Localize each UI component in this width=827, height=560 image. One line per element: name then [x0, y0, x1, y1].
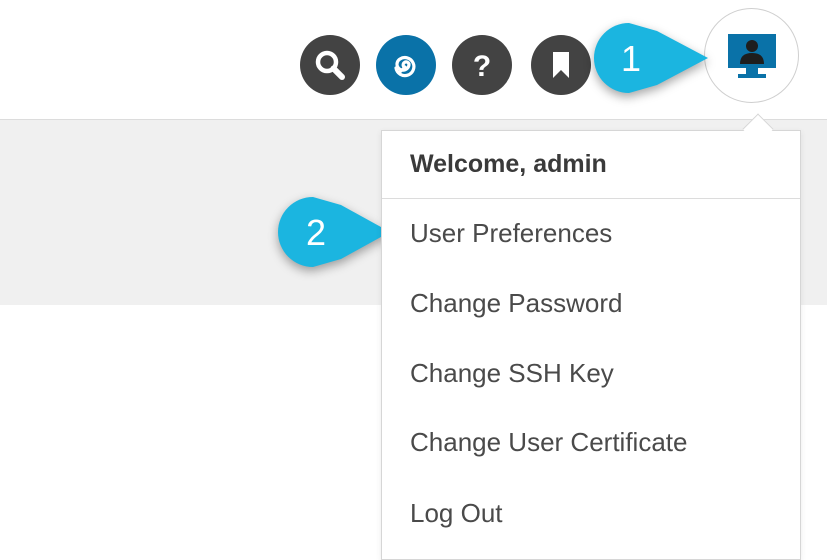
user-dropdown-menu: Welcome, admin User Preferences Change P…	[381, 130, 801, 560]
menu-item-log-out[interactable]: Log Out	[382, 483, 800, 543]
welcome-text: Welcome, admin	[382, 131, 800, 199]
callout-2: 2	[266, 193, 396, 271]
menu-item-change-password[interactable]: Change Password	[382, 273, 800, 333]
header-divider	[0, 119, 827, 120]
help-button[interactable]: ?	[452, 35, 512, 95]
callout-1: 1	[582, 18, 712, 98]
question-icon: ?	[473, 50, 491, 82]
callout-2-number: 2	[305, 212, 327, 253]
search-button[interactable]	[300, 35, 360, 95]
menu-item-change-user-certificate[interactable]: Change User Certificate	[382, 412, 800, 472]
user-profile-icon	[727, 33, 776, 78]
user-profile-button[interactable]	[704, 8, 799, 103]
svg-text:?: ?	[473, 50, 491, 82]
menu-item-change-ssh-key[interactable]: Change SSH Key	[382, 343, 800, 403]
bookmark-icon	[553, 52, 569, 78]
search-icon	[315, 50, 345, 80]
menu-item-user-preferences[interactable]: User Preferences	[382, 203, 800, 263]
assistant-button[interactable]	[376, 35, 436, 95]
spiral-icon	[394, 55, 416, 78]
callout-1-number: 1	[620, 38, 642, 79]
